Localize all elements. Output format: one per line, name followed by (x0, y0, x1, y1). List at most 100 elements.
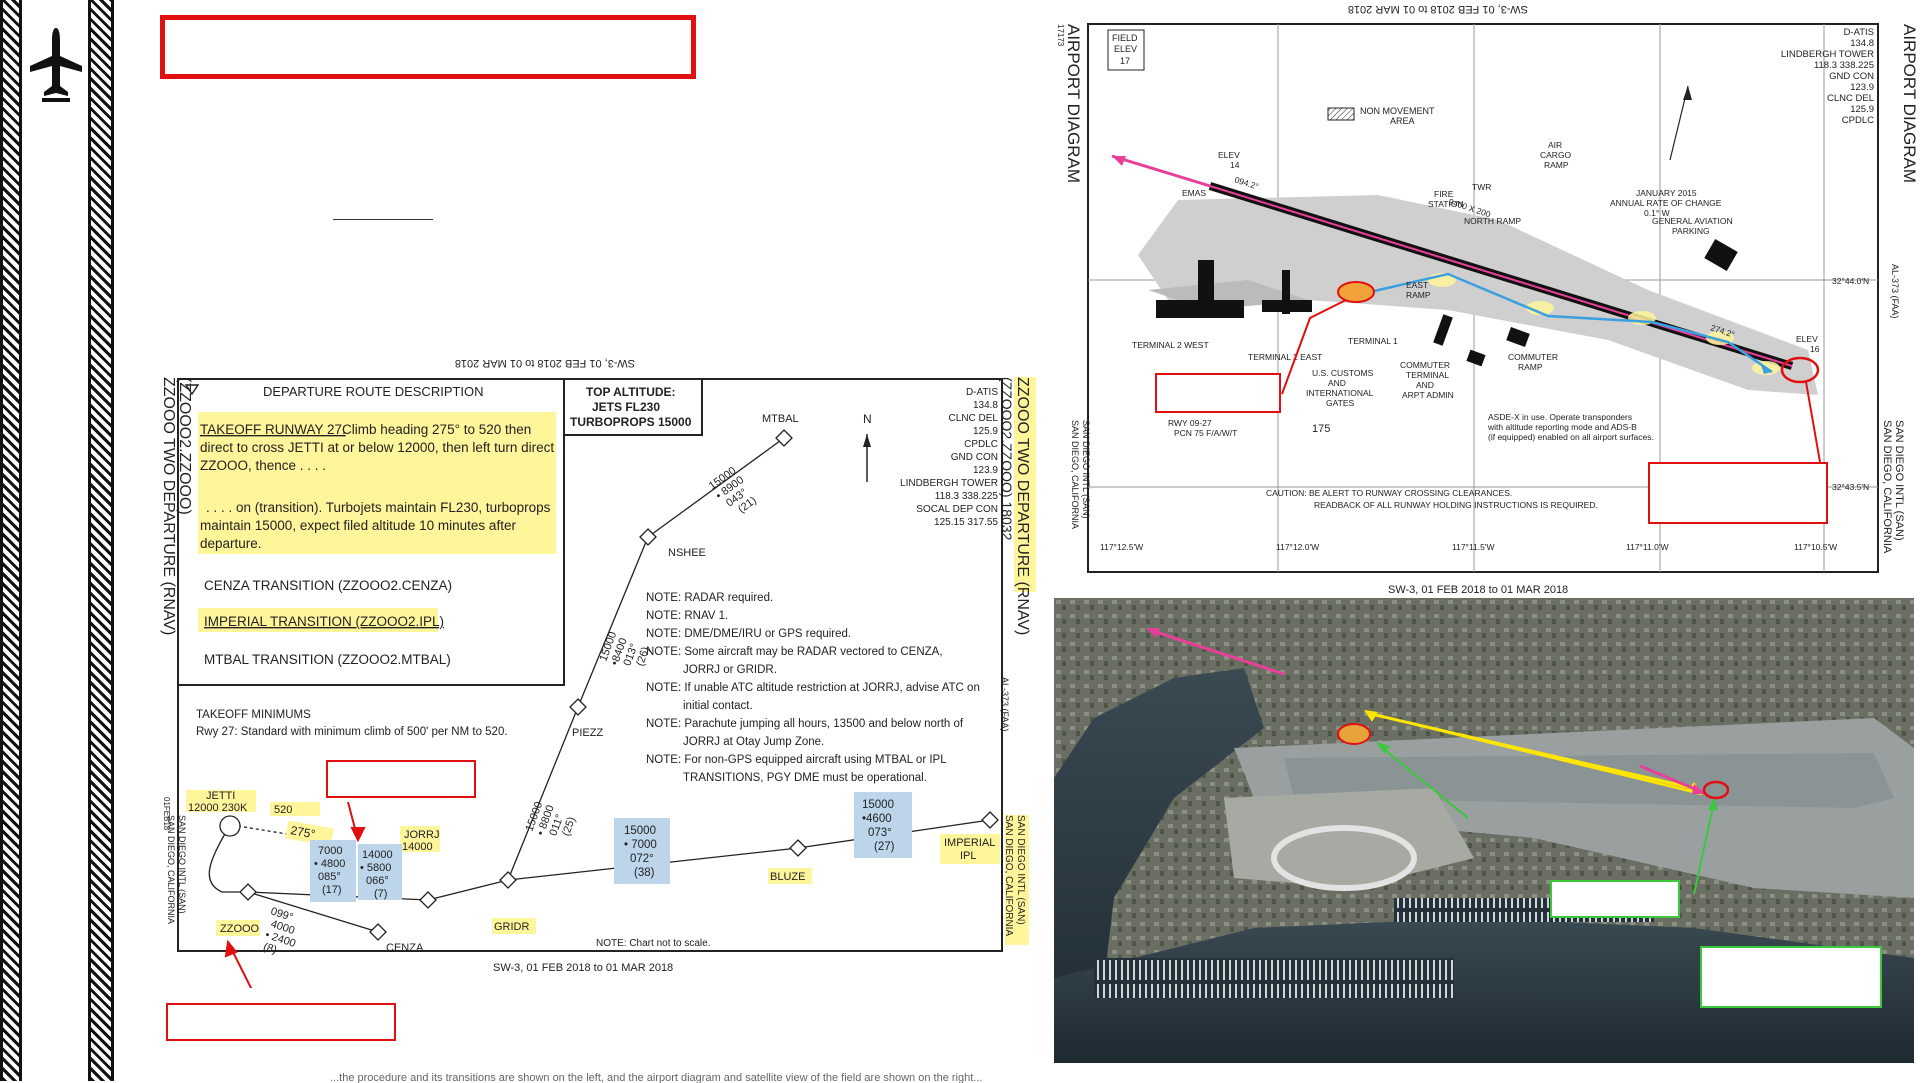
svg-text:FIELD: FIELD (1112, 33, 1138, 43)
svg-text:READBACK OF ALL RUNWAY HOLDING: READBACK OF ALL RUNWAY HOLDING INSTRUCTI… (1314, 500, 1598, 510)
takeoff-label: TAKEOFF RUNWAY 27: (200, 422, 346, 437)
svg-text:17173: 17173 (1056, 24, 1065, 47)
leg-gridr: 14000 • 5800 066° (7) (358, 844, 402, 900)
svg-text:ELEV: ELEV (1114, 44, 1137, 54)
svg-text:520: 520 (274, 804, 292, 816)
svg-text:TERMINAL 1: TERMINAL 1 (1348, 336, 1398, 346)
svg-text:175: 175 (1312, 423, 1330, 435)
svg-text:117°10.5'W: 117°10.5'W (1794, 542, 1837, 552)
svg-text:JETS FL230: JETS FL230 (592, 400, 660, 414)
svg-text:(if equipped) enabled on all a: (if equipped) enabled on all airport sur… (1488, 432, 1654, 442)
svg-text:• 7000: • 7000 (624, 839, 657, 851)
svg-text:ZZOOO, thence . . . .: ZZOOO, thence . . . . (200, 458, 326, 473)
svg-text:125.9: 125.9 (973, 426, 998, 437)
runway-end-answer-box[interactable] (1648, 462, 1828, 524)
diagram-frequencies: D-ATIS 134.8 LINDBERGH TOWER 118.3 338.2… (1781, 27, 1874, 126)
inner-hatch-rail (88, 0, 114, 1081)
svg-text:NOTE: RADAR required.: NOTE: RADAR required. (646, 592, 773, 604)
svg-text:• 4800: • 4800 (314, 858, 345, 870)
jetti-answer-box[interactable] (326, 760, 476, 798)
svg-text:16: 16 (1810, 344, 1820, 354)
svg-text:TURBOPROPS 15000: TURBOPROPS 15000 (570, 415, 692, 429)
svg-text:LINDBERGH TOWER: LINDBERGH TOWER (1781, 49, 1874, 60)
svg-text:RAMP: RAMP (1544, 160, 1569, 170)
svg-text:GND CON: GND CON (951, 452, 998, 463)
svg-text:117°12.5'W: 117°12.5'W (1100, 542, 1143, 552)
svg-text:12000 230K: 12000 230K (188, 802, 248, 814)
svg-text:JETTI: JETTI (206, 790, 235, 802)
takeoff-min-header: TAKEOFF MINIMUMS (196, 709, 311, 721)
svg-text:ASDE-X in use. Operate transpo: ASDE-X in use. Operate transponders (1488, 412, 1632, 422)
terminal-answer-box[interactable] (1155, 373, 1281, 413)
leg-nshee: 15000 •8400 013° (26) (598, 630, 653, 668)
svg-text:MTBAL: MTBAL (762, 413, 799, 425)
svg-text:LINDBERGH TOWER: LINDBERGH TOWER (900, 478, 998, 489)
svg-text:ZZOOO: ZZOOO (220, 923, 260, 935)
chart-left-location: SAN DIEGO, CALIFORNIA SAN DIEGO INTL (SA… (166, 815, 187, 924)
svg-text:118.3 338.225: 118.3 338.225 (1814, 60, 1874, 71)
svg-text:initial contact.: initial contact. (683, 700, 753, 712)
svg-text:TRANSITIONS, PGY DME must be o: TRANSITIONS, PGY DME must be operational… (683, 772, 927, 784)
svg-text:(8): (8) (262, 941, 279, 957)
svg-text:BLUZE: BLUZE (770, 871, 805, 883)
svg-text:SAN DIEGO, CALIFORNIA: SAN DIEGO, CALIFORNIA (1070, 420, 1080, 529)
svg-text:AND: AND (1328, 378, 1346, 388)
runway-sat-answer-box[interactable] (1700, 946, 1882, 1008)
svg-text:NORTH RAMP: NORTH RAMP (1464, 216, 1521, 226)
svg-text:AREA: AREA (1390, 116, 1415, 126)
chart-right-side-title: ZZOOO TWO DEPARTURE (RNAV) (ZZOOO2.ZZOOO… (999, 377, 1036, 732)
svg-text:094.2°: 094.2° (1233, 174, 1260, 191)
leg-piezz: 15000 • 8800 011° (25) (524, 800, 579, 838)
zzooo-answer-box[interactable] (166, 1003, 396, 1041)
svg-text:CPDLC: CPDLC (964, 439, 998, 450)
leg-cenza: 099° 4000 • 2400 (8) (262, 905, 297, 957)
svg-text:118.3 338.225: 118.3 338.225 (935, 491, 999, 502)
departure-procedure-chart: SW-3, 01 FEB 2018 to 01 MAR 2018 SW-3, 0… (160, 357, 1036, 988)
route-header: DEPARTURE ROUTE DESCRIPTION (263, 384, 484, 399)
svg-text:15000: 15000 (862, 799, 894, 811)
svg-text:SAN DIEGO INTL (SAN): SAN DIEGO INTL (SAN) (1015, 815, 1026, 925)
leg-ipl: 15000 •4600 073° (27) (854, 792, 912, 858)
svg-text:N: N (863, 412, 872, 426)
svg-text:072°: 072° (630, 853, 654, 865)
svg-text:AL-373 (FAA): AL-373 (FAA) (1890, 264, 1900, 319)
diagram-right-title: AIRPORT DIAGRAM (1900, 24, 1919, 183)
svg-text:JORRJ or GRIDR.: JORRJ or GRIDR. (683, 664, 777, 676)
svg-text:RWY 09-27: RWY 09-27 (1168, 418, 1212, 428)
takeoff-min-text: Rwy 27: Standard with minimum climb of 5… (196, 726, 508, 738)
svg-text:TWR: TWR (1472, 182, 1491, 192)
terminal-sat-answer-box[interactable] (1550, 880, 1680, 918)
svg-text:•4600: •4600 (862, 813, 892, 825)
chart-right-location: SAN DIEGO INTL (SAN) SAN DIEGO, CALIFORN… (1003, 815, 1029, 945)
svg-text:(27): (27) (874, 841, 895, 853)
title-answer-box[interactable] (160, 15, 696, 79)
svg-text:125.9: 125.9 (1850, 104, 1874, 115)
svg-text:ZZOOO TWO DEPARTURE (RNAV): ZZOOO TWO DEPARTURE (RNAV) (1014, 377, 1031, 635)
svg-text:SAN DIEGO, CALIFORNIA: SAN DIEGO, CALIFORNIA (166, 815, 176, 924)
svg-text:STATION: STATION (1428, 199, 1464, 209)
svg-text:PIEZZ: PIEZZ (572, 727, 603, 739)
diagram-bottom-stamp: SW-3, 01 FEB 2018 to 01 MAR 2018 (1388, 584, 1568, 596)
chart-top-stamp: SW-3, 01 FEB 2018 to 01 MAR 2018 (455, 357, 635, 369)
svg-text:32°43.5'N: 32°43.5'N (1832, 482, 1869, 492)
svg-text:117°11.0'W: 117°11.0'W (1626, 542, 1669, 552)
svg-text:14000: 14000 (402, 841, 433, 853)
svg-text:CPDLC: CPDLC (1842, 115, 1874, 126)
diagram-top-stamp: SW-3, 01 FEB 2018 to 01 MAR 2018 (1348, 3, 1528, 15)
svg-text:123.9: 123.9 (1850, 82, 1874, 93)
svg-text:IPL: IPL (960, 850, 977, 862)
svg-text:134.8: 134.8 (973, 400, 998, 411)
svg-text:JORRJ: JORRJ (404, 829, 439, 841)
svg-text:direct to cross JETTI at or be: direct to cross JETTI at or below 12000,… (200, 440, 554, 455)
svg-text:ZZOOO TWO DEPARTURE (RNAV): ZZOOO TWO DEPARTURE (RNAV) (160, 377, 177, 635)
svg-text:AND: AND (1416, 380, 1434, 390)
svg-text:ELEV: ELEV (1796, 334, 1818, 344)
leg-jorrj: 7000 • 4800 085° (17) (310, 840, 356, 902)
not-to-scale-note: NOTE: Chart not to scale. (596, 938, 711, 949)
svg-text:123.9: 123.9 (973, 465, 998, 476)
svg-text:NON MOVEMENT: NON MOVEMENT (1360, 106, 1435, 116)
svg-text:NOTE: If unable ATC altitude r: NOTE: If unable ATC altitude restriction… (646, 682, 980, 694)
transition-imperial: IMPERIAL TRANSITION (ZZOOO2.IPL) (204, 614, 444, 629)
svg-text:073°: 073° (868, 827, 892, 839)
svg-text:. . . . on (transition). Turbo: . . . . on (transition). Turbojets maint… (206, 500, 551, 515)
